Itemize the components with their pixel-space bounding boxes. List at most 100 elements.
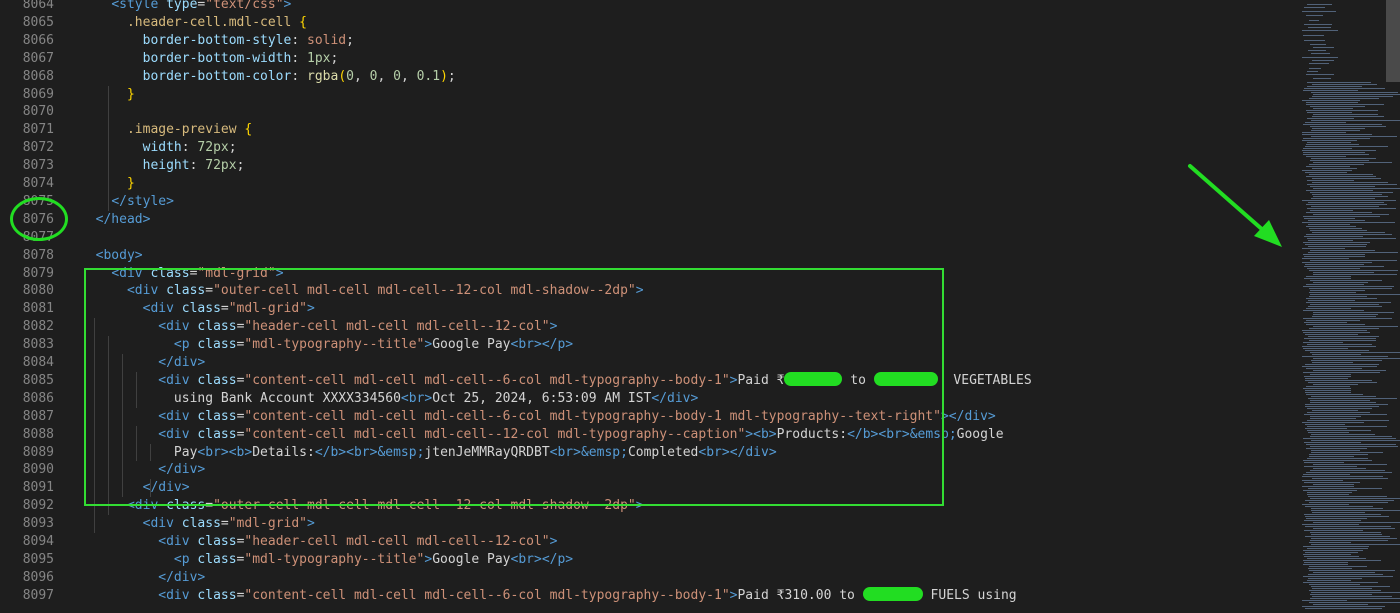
code-token: VEGETABLES (937, 372, 1032, 388)
code-text: .image-preview { (80, 121, 252, 139)
scrollbar-thumb[interactable] (1386, 0, 1400, 82)
minimap-line (1306, 15, 1323, 16)
minimap-line (1308, 300, 1355, 301)
minimap-line (1311, 544, 1400, 545)
line-number: 8083 (22, 337, 54, 353)
minimap-line (1309, 98, 1380, 99)
minimap-line (1306, 166, 1351, 167)
minimap-line (1305, 608, 1382, 609)
minimap-line (1305, 122, 1347, 123)
code-editor[interactable]: 8064 <style type="text/css"> 8065 .header… (0, 0, 1296, 613)
minimap-line (1308, 398, 1397, 399)
code-token: FUELS using (922, 587, 1017, 603)
code-token: <div (158, 587, 190, 603)
minimap-line (1310, 210, 1353, 211)
minimap-line (1305, 378, 1349, 379)
minimap-line (1304, 266, 1385, 267)
minimap-line (1306, 518, 1368, 519)
minimap-line (1311, 136, 1398, 137)
line-number: 8084 (22, 355, 54, 370)
code-text: .header-cell.mdl-cell { (80, 14, 307, 32)
minimap-line (1310, 470, 1385, 471)
minimap-line (1303, 242, 1370, 243)
minimap-line (1306, 394, 1364, 395)
minimap-line (1311, 158, 1376, 159)
minimap-line (1312, 478, 1388, 479)
minimap-line (1313, 312, 1395, 313)
minimap-line (1310, 126, 1387, 127)
minimap-line (1313, 522, 1400, 523)
minimap-line (1302, 100, 1360, 101)
code-line: 8077 (0, 229, 1296, 247)
minimap-line (1302, 132, 1347, 133)
minimap-line (1308, 568, 1353, 569)
minimap-line (1302, 480, 1343, 481)
code-text: <body> (80, 247, 143, 265)
code-token: </head> (95, 211, 151, 227)
minimap-line (1310, 532, 1381, 533)
code-token: > (283, 0, 292, 12)
minimap-line (1310, 540, 1388, 541)
minimap-line (1313, 314, 1378, 315)
code-token: ; (228, 140, 237, 156)
minimap-line (1308, 336, 1380, 337)
line-number: 8069 (22, 86, 54, 102)
code-line: 8096 </div> (0, 569, 1296, 587)
minimap-line (1307, 548, 1368, 549)
minimap-line (1307, 180, 1354, 181)
code-token: .image-preview (126, 122, 237, 138)
minimap-line (1303, 90, 1358, 91)
minimap-line (1303, 148, 1353, 149)
code-line: 8078 <body> (0, 247, 1296, 265)
minimap-line (1312, 512, 1365, 513)
code-token: 72px (197, 140, 229, 156)
minimap-line (1304, 322, 1347, 323)
minimap-line (1302, 30, 1339, 31)
minimap-line (1306, 226, 1357, 227)
code-line: 8069 } (0, 86, 1296, 104)
minimap-line (1302, 248, 1346, 249)
minimap-line (1303, 348, 1348, 349)
minimap-line (1309, 584, 1360, 585)
code-token: : (291, 32, 307, 48)
code-line: 8093 <div class="mdl-grid"> (0, 515, 1296, 533)
minimap-line (1313, 326, 1398, 327)
minimap-line (1309, 20, 1320, 21)
line-number: 8065 (22, 14, 54, 30)
minimap-line (1307, 184, 1397, 185)
minimap-line (1304, 338, 1377, 339)
code-token: ; (346, 32, 354, 48)
minimap-line (1302, 486, 1355, 487)
line-number: 8070 (22, 104, 54, 120)
minimap-line (1304, 514, 1382, 515)
minimap-line (1313, 604, 1368, 605)
minimap-line (1310, 352, 1400, 353)
code-token: = (220, 516, 229, 532)
minimap[interactable] (1296, 0, 1400, 613)
line-number: 8067 (22, 50, 54, 66)
minimap-line (1309, 542, 1352, 543)
minimap-line (1313, 272, 1375, 273)
minimap-line (1306, 204, 1388, 205)
minimap-line (1307, 142, 1351, 143)
minimap-line (1308, 220, 1366, 221)
minimap-line (1313, 274, 1398, 275)
minimap-line (1307, 458, 1368, 459)
minimap-line (1312, 60, 1335, 61)
line-number: 8072 (22, 140, 54, 156)
minimap-line (1303, 310, 1364, 311)
line-number: 8092 (22, 498, 54, 514)
minimap-line (1306, 308, 1351, 309)
minimap-line (1309, 63, 1330, 64)
minimap-line (1307, 118, 1354, 119)
code-text: <style type="text/css"> (80, 0, 291, 14)
minimap-line (1308, 27, 1331, 28)
code-token: <style (111, 0, 159, 12)
minimap-line (1305, 334, 1359, 335)
minimap-line (1303, 582, 1379, 583)
